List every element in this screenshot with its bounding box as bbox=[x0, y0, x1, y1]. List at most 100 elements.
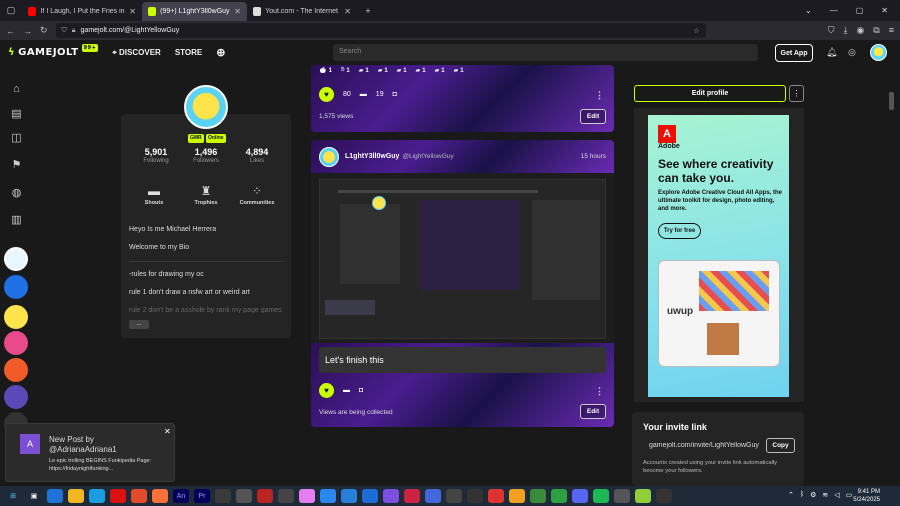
following-stat[interactable]: 5,901 Following bbox=[131, 147, 181, 164]
forward-icon[interactable]: → bbox=[23, 26, 32, 36]
edge-icon[interactable] bbox=[89, 489, 105, 503]
read-more-button[interactable]: ... bbox=[129, 320, 149, 329]
sticker-icon[interactable]: ◘ bbox=[393, 91, 397, 98]
bell-icon[interactable]: 🔔︎ bbox=[826, 47, 837, 58]
back-icon[interactable]: ← bbox=[6, 26, 15, 36]
task-view-icon[interactable]: ▣ bbox=[26, 489, 42, 503]
discord-icon[interactable] bbox=[572, 489, 588, 503]
reaction[interactable]: ▰ 1 bbox=[435, 67, 445, 75]
app-icon[interactable] bbox=[257, 489, 273, 503]
post-author-avatar[interactable] bbox=[319, 146, 339, 167]
windows-start-icon[interactable]: ⊞ bbox=[5, 489, 21, 503]
add-icon[interactable]: ⊕ bbox=[216, 46, 225, 59]
pocket-icon[interactable]: ⛉ bbox=[828, 25, 835, 36]
activity-icon[interactable]: ◎ bbox=[848, 47, 856, 58]
new-tab-icon[interactable]: + bbox=[357, 0, 379, 21]
extensions-icon[interactable]: ⧉ bbox=[873, 25, 879, 36]
app-icon[interactable] bbox=[278, 489, 294, 503]
followers-stat[interactable]: 1,496 Followers bbox=[181, 147, 231, 164]
like-heart-icon[interactable]: ♥ bbox=[319, 87, 334, 102]
community-avatar[interactable] bbox=[4, 358, 28, 382]
opera-icon[interactable] bbox=[110, 489, 126, 503]
chart-icon[interactable]: ▥ bbox=[8, 211, 25, 228]
close-tab-icon[interactable]: ✕ bbox=[344, 7, 351, 16]
app-icon[interactable] bbox=[425, 489, 441, 503]
app-icon[interactable] bbox=[215, 489, 231, 503]
edit-profile-button[interactable]: Edit profile bbox=[634, 85, 786, 102]
sticker-icon[interactable]: ◘ bbox=[359, 387, 363, 394]
app-icon[interactable] bbox=[614, 489, 630, 503]
scrollbar[interactable] bbox=[889, 92, 894, 110]
reaction[interactable]: ▰ 1 bbox=[378, 67, 388, 75]
bluetooth-icon[interactable]: ᛒ bbox=[800, 491, 804, 499]
reload-icon[interactable]: ↻ bbox=[40, 25, 48, 36]
app-icon[interactable] bbox=[299, 489, 315, 503]
app-icon[interactable] bbox=[551, 489, 567, 503]
address-field[interactable]: ⛉ 🔒︎ gamejolt.com/@LightYellowGuy ☆ bbox=[55, 23, 706, 38]
app-icon[interactable] bbox=[236, 489, 252, 503]
community-avatar[interactable] bbox=[4, 247, 28, 271]
reaction[interactable]: ▰ 1 bbox=[397, 67, 407, 75]
volume-icon[interactable]: ◁ bbox=[834, 491, 839, 499]
clock[interactable]: 9:41 PM 5/24/2025 bbox=[840, 488, 880, 504]
file-explorer-icon[interactable] bbox=[68, 489, 84, 503]
community-avatar[interactable] bbox=[4, 275, 28, 299]
app-icon[interactable] bbox=[467, 489, 483, 503]
reaction[interactable]: ▰ 1 bbox=[416, 67, 426, 75]
library-icon[interactable]: ◫ bbox=[8, 129, 25, 146]
minimize-icon[interactable]: — bbox=[830, 6, 838, 15]
community-avatar[interactable] bbox=[4, 305, 28, 329]
close-window-icon[interactable]: ✕ bbox=[881, 6, 888, 15]
like-heart-icon[interactable]: ♥ bbox=[319, 383, 334, 398]
gamejolt-logo[interactable]: ϟ GAMEJOLT 99+ bbox=[8, 43, 99, 58]
likes-stat[interactable]: 4,894 Likes bbox=[232, 147, 282, 164]
edit-post-button[interactable]: Edit bbox=[580, 404, 606, 419]
account-icon[interactable]: ◉ bbox=[856, 25, 864, 36]
search-input[interactable]: Search bbox=[333, 44, 758, 61]
home-icon[interactable]: ⌂ bbox=[8, 80, 25, 97]
chrome-icon[interactable] bbox=[131, 489, 147, 503]
post-image[interactable] bbox=[311, 173, 614, 343]
chevron-up-icon[interactable]: ⌃ bbox=[788, 491, 794, 499]
premiere-icon[interactable]: Pr bbox=[194, 489, 210, 503]
mail-icon[interactable] bbox=[47, 489, 63, 503]
app-icon[interactable] bbox=[383, 489, 399, 503]
realm-icon[interactable]: ◍ bbox=[8, 184, 25, 201]
menu-icon[interactable]: ≡ bbox=[889, 25, 894, 36]
animate-icon[interactable]: An bbox=[173, 489, 189, 503]
profile-menu-icon[interactable]: ⋮ bbox=[789, 85, 804, 102]
app-icon[interactable] bbox=[446, 489, 462, 503]
user-avatar[interactable] bbox=[870, 44, 887, 61]
app-icon[interactable] bbox=[530, 489, 546, 503]
tab-yout[interactable]: Yout.com - The Internet DVR ✕ bbox=[247, 2, 357, 21]
gear-icon[interactable]: ⚙ bbox=[810, 491, 816, 499]
reaction[interactable]: 🍎︎ 1 bbox=[319, 67, 332, 75]
wifi-icon[interactable]: ≋ bbox=[822, 491, 828, 499]
spotify-icon[interactable] bbox=[593, 489, 609, 503]
flag-icon[interactable]: ⚑ bbox=[8, 156, 25, 173]
app-icon[interactable] bbox=[656, 489, 672, 503]
app-icon[interactable] bbox=[320, 489, 336, 503]
discover-link[interactable]: ⌖ DISCOVER bbox=[112, 48, 161, 58]
comment-icon[interactable]: ▬ bbox=[360, 91, 367, 98]
app-icon[interactable] bbox=[404, 489, 420, 503]
download-icon[interactable]: ⤓ bbox=[843, 25, 847, 36]
notification-toast[interactable]: A New Post by @AdrianaAdriana1 Le epic t… bbox=[5, 423, 175, 482]
copy-button[interactable]: Copy bbox=[766, 438, 795, 453]
comment-icon[interactable]: ▬ bbox=[343, 387, 350, 394]
vscode-icon[interactable] bbox=[341, 489, 357, 503]
close-icon[interactable]: ✕ bbox=[164, 427, 171, 436]
adobe-ad[interactable]: A Adobe See where creativity can take yo… bbox=[648, 115, 789, 397]
communities-button[interactable]: ⁘ Communities bbox=[232, 184, 282, 206]
shouts-button[interactable]: ▬ Shouts bbox=[129, 184, 179, 206]
bookmark-star-icon[interactable]: ☆ bbox=[693, 27, 699, 35]
community-avatar[interactable] bbox=[4, 385, 28, 409]
app-icon[interactable] bbox=[509, 489, 525, 503]
get-app-button[interactable]: Get App bbox=[775, 44, 813, 62]
maximize-icon[interactable]: ▢ bbox=[856, 6, 864, 15]
post-menu-icon[interactable]: ⋮ bbox=[595, 90, 604, 101]
tab-list-icon[interactable]: ▢ bbox=[0, 0, 22, 21]
community-avatar[interactable] bbox=[4, 331, 28, 355]
reaction[interactable]: ✋︎ 1 bbox=[341, 67, 350, 74]
edit-post-button[interactable]: Edit bbox=[580, 109, 606, 124]
